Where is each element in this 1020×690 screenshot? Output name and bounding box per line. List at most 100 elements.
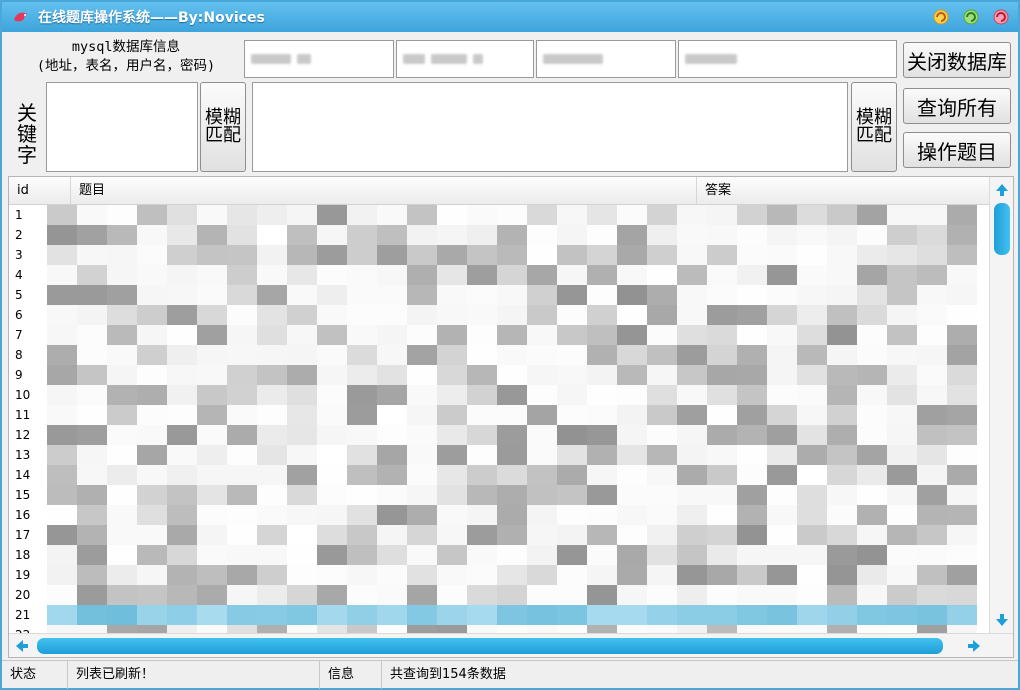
- obscured-cell: [647, 605, 677, 625]
- obscured-cell: [497, 405, 527, 425]
- db-host-field[interactable]: [244, 40, 394, 78]
- vertical-scroll-thumb[interactable]: [994, 203, 1010, 255]
- obscured-cell: [767, 585, 797, 605]
- table-row[interactable]: 20: [9, 585, 989, 605]
- obscured-cell: [947, 225, 977, 245]
- obscured-cell: [767, 465, 797, 485]
- obscured-cell: [467, 565, 497, 585]
- title-bar[interactable]: 在线题库操作系统——By:Novices: [2, 2, 1018, 32]
- table-row[interactable]: 6: [9, 305, 989, 325]
- obscured-cell: [857, 245, 887, 265]
- obscured-cell: [107, 345, 137, 365]
- obscured-cell: [77, 425, 107, 445]
- table-row[interactable]: 12: [9, 425, 989, 445]
- obscured-cell: [587, 445, 617, 465]
- vertical-scrollbar[interactable]: [989, 177, 1013, 635]
- obscured-cell: [677, 245, 707, 265]
- obscured-cell: [47, 365, 77, 385]
- obscured-cell: [257, 405, 287, 425]
- obscured-cell: [437, 405, 467, 425]
- table-row[interactable]: 7: [9, 325, 989, 345]
- obscured-cell: [737, 285, 767, 305]
- results-table[interactable]: id 题目 答案 1 2 3 4 5 6 7 8 9 10 11 12 13 14 15 16 17 18 19 20…: [8, 176, 1014, 658]
- obscured-cell: [317, 285, 347, 305]
- obscured-cell: [437, 525, 467, 545]
- table-row[interactable]: 8: [9, 345, 989, 365]
- table-row[interactable]: 14: [9, 465, 989, 485]
- obscured-cell: [107, 265, 137, 285]
- obscured-cell: [587, 385, 617, 405]
- db-user-field[interactable]: [536, 40, 676, 78]
- obscured-cell: [107, 545, 137, 565]
- obscured-cell: [527, 565, 557, 585]
- column-header-question[interactable]: 题目: [71, 177, 697, 205]
- table-row[interactable]: 3: [9, 245, 989, 265]
- fuzzy-match-button-left[interactable]: 模糊 匹配: [200, 82, 246, 172]
- obscured-cell: [407, 345, 437, 365]
- obscured-cell: [257, 585, 287, 605]
- table-row[interactable]: 13: [9, 445, 989, 465]
- obscured-cell: [167, 365, 197, 385]
- info-label: 信息: [320, 661, 382, 689]
- close-db-button[interactable]: 关闭数据库: [903, 42, 1011, 78]
- left-arrow-icon[interactable]: [13, 637, 31, 655]
- horizontal-scrollbar[interactable]: [9, 633, 1013, 657]
- table-row[interactable]: 10: [9, 385, 989, 405]
- operate-questions-button[interactable]: 操作题目: [903, 132, 1011, 168]
- minimize-icon[interactable]: [960, 7, 982, 27]
- obscured-cell: [197, 405, 227, 425]
- down-arrow-icon[interactable]: [993, 611, 1011, 629]
- obscured-cell: [497, 445, 527, 465]
- table-row[interactable]: 17: [9, 525, 989, 545]
- right-arrow-icon[interactable]: [965, 637, 983, 655]
- fuzzy-match-button-right[interactable]: 模糊 匹配: [851, 82, 897, 172]
- obscured-cell: [797, 425, 827, 445]
- obscured-cell: [47, 305, 77, 325]
- obscured-cell: [737, 565, 767, 585]
- skin-icon[interactable]: [930, 7, 952, 27]
- obscured-cell: [887, 425, 917, 445]
- obscured-cell: [677, 585, 707, 605]
- table-row[interactable]: 11: [9, 405, 989, 425]
- obscured-cell: [347, 225, 377, 245]
- obscured-cell: [407, 365, 437, 385]
- table-row[interactable]: 15: [9, 485, 989, 505]
- obscured-cell: [677, 605, 707, 625]
- obscured-cell: [107, 605, 137, 625]
- table-row[interactable]: 18: [9, 545, 989, 565]
- obscured-cell: [707, 345, 737, 365]
- obscured-cell: [947, 465, 977, 485]
- row-id: 7: [15, 328, 23, 342]
- table-row[interactable]: 2: [9, 225, 989, 245]
- up-arrow-icon[interactable]: [993, 181, 1011, 199]
- obscured-cell: [347, 445, 377, 465]
- obscured-cell: [77, 605, 107, 625]
- obscured-cell: [767, 305, 797, 325]
- obscured-cell: [917, 605, 947, 625]
- obscured-cell: [857, 385, 887, 405]
- table-row[interactable]: 21: [9, 605, 989, 625]
- table-row[interactable]: 4: [9, 265, 989, 285]
- table-row[interactable]: 19: [9, 565, 989, 585]
- db-password-field[interactable]: [678, 40, 897, 78]
- table-row[interactable]: 1: [9, 205, 989, 225]
- obscured-cell: [797, 525, 827, 545]
- obscured-cell: [947, 505, 977, 525]
- keyword-input[interactable]: [46, 82, 198, 172]
- column-header-answer[interactable]: 答案: [697, 177, 989, 205]
- obscured-cell: [407, 205, 437, 225]
- table-row[interactable]: 16: [9, 505, 989, 525]
- query-input[interactable]: [252, 82, 848, 172]
- horizontal-scroll-thumb[interactable]: [37, 638, 943, 654]
- obscured-cell: [257, 385, 287, 405]
- table-row[interactable]: 5: [9, 285, 989, 305]
- query-all-button[interactable]: 查询所有: [903, 88, 1011, 124]
- obscured-cell: [557, 345, 587, 365]
- close-icon[interactable]: [990, 7, 1012, 27]
- column-header-id[interactable]: id: [9, 177, 71, 205]
- obscured-cell: [497, 525, 527, 545]
- obscured-cell: [407, 565, 437, 585]
- table-row[interactable]: 9: [9, 365, 989, 385]
- db-table-field[interactable]: [396, 40, 534, 78]
- obscured-cell: [857, 445, 887, 465]
